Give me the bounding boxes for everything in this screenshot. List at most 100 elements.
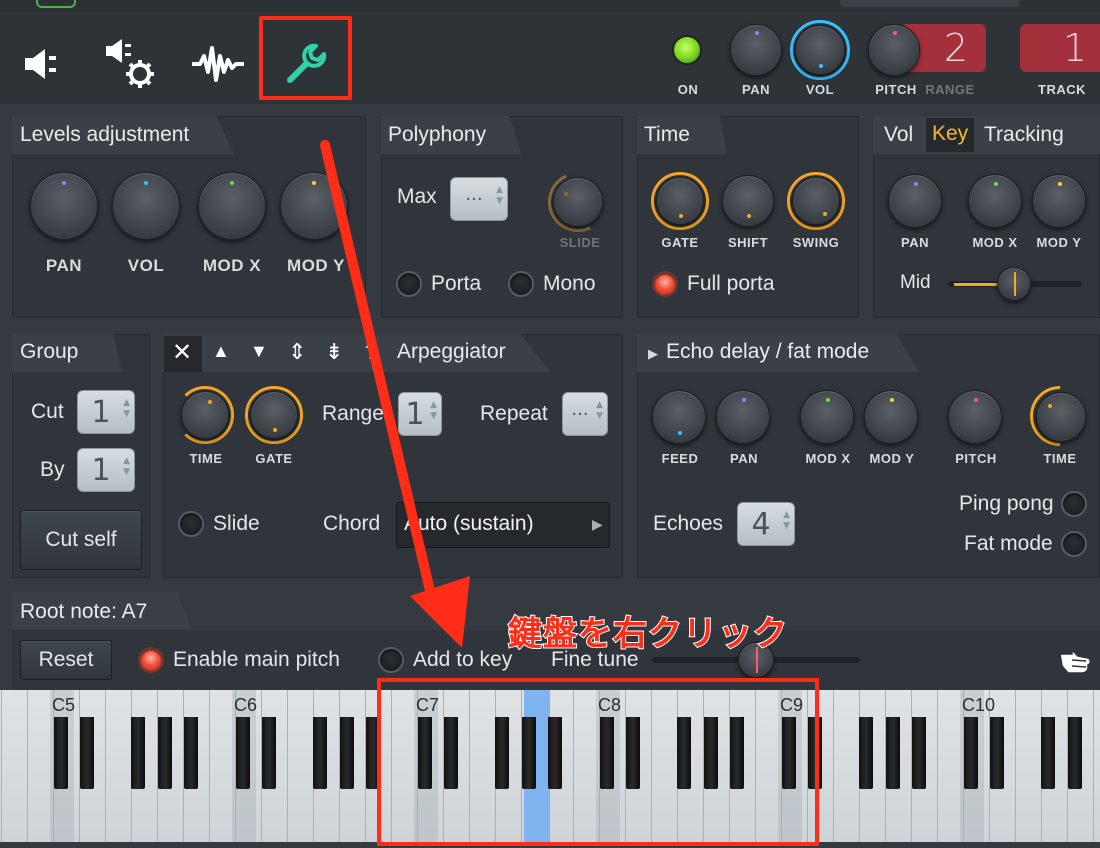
echo-modx-knob[interactable] [800,390,854,444]
arp-time-knob[interactable] [181,391,229,439]
levels-title: Levels adjustment [20,123,190,146]
time-gate-knob[interactable] [656,177,704,225]
white-key[interactable] [2,690,28,842]
repeat-spinner[interactable]: ··· ▲ ▼ [562,392,608,436]
repeat-value: ··· [571,403,589,425]
add-to-key-led[interactable] [378,647,404,673]
black-key[interactable] [339,717,354,789]
polyphony-title: Polyphony [388,123,487,146]
levels-pan-knob[interactable] [30,172,98,240]
time-title: Time [644,123,690,146]
porta-led[interactable] [396,271,422,297]
black-key[interactable] [885,717,900,789]
speaker-gear-icon[interactable] [100,34,160,94]
slide-label: SLIDE [559,235,601,250]
mid-slider-fill [954,283,1000,286]
black-key[interactable] [157,717,172,789]
black-key[interactable] [912,717,927,789]
arp-sticky-icon[interactable]: ⇟ [325,339,343,365]
arp-up-icon[interactable]: ▲ [212,341,230,362]
echo-expand-icon[interactable]: ▶ [648,346,658,362]
track-display[interactable]: 1 [1020,24,1100,72]
waveform-icon[interactable] [188,34,248,94]
white-key[interactable] [1016,690,1042,842]
time-shift-knob[interactable] [722,175,774,227]
tracking-modx-knob[interactable] [968,174,1022,228]
arp-slide-label: Slide [213,512,260,535]
black-key[interactable] [313,717,328,789]
echo-pan-knob[interactable] [716,390,770,444]
mid-label: Mid [900,272,931,293]
levels-modx-label: MOD X [202,256,262,275]
time-swing-knob[interactable] [792,177,840,225]
white-key[interactable] [288,690,314,842]
black-key[interactable] [963,717,978,789]
arp-down-icon[interactable]: ▼ [250,341,268,362]
speaker-plug-icon[interactable] [14,34,74,94]
black-key[interactable] [235,717,250,789]
arp-slide-led[interactable] [178,511,204,537]
black-key[interactable] [80,717,95,789]
black-key[interactable] [1041,717,1056,789]
black-key[interactable] [262,717,277,789]
slide-knob[interactable] [553,177,603,227]
cut-arrows-icon: ▲ ▼ [123,398,130,419]
arp-updown-icon[interactable]: ⇕ [288,339,306,365]
tracking-vol-tab[interactable]: Vol [884,123,913,147]
fat-mode-label: Fat mode [964,532,1053,555]
white-key[interactable] [106,690,132,842]
black-key[interactable] [859,717,874,789]
echo-feed-knob[interactable] [652,390,706,444]
by-spinner[interactable]: 1 ▲ ▼ [77,448,135,492]
tracking-key-tab[interactable]: Key [926,118,975,152]
levels-vol-knob[interactable] [112,172,180,240]
range-label: RANGE [925,82,975,97]
black-key[interactable] [184,717,199,789]
arp-random-icon[interactable]: ? [365,339,377,365]
enable-main-pitch-label: Enable main pitch [173,648,340,671]
arp-range-label: Range [322,402,384,425]
arp-gate-knob[interactable] [250,391,298,439]
black-key[interactable] [1067,717,1082,789]
tracking-mody-knob[interactable] [1032,174,1086,228]
enable-main-pitch-led[interactable] [138,647,164,673]
black-key[interactable] [990,717,1005,789]
pan-knob[interactable] [730,24,782,76]
white-key[interactable] [1094,690,1100,842]
tracking-pan-label: PAN [901,235,929,250]
wrench-highlight-frame [259,16,352,100]
mid-slider-handle[interactable] [997,267,1031,301]
echo-time-knob[interactable] [1036,392,1086,442]
black-key[interactable] [53,717,68,789]
on-led[interactable] [672,35,702,65]
cut-spinner[interactable]: 1 ▲ ▼ [77,390,135,434]
levels-modx-knob[interactable] [198,172,266,240]
vol-knob[interactable] [795,25,845,75]
top-tab[interactable] [36,0,76,8]
arp-range-spinner[interactable]: 1 ▲ ▼ [398,392,442,436]
black-key[interactable] [131,717,146,789]
top-strip [0,0,1100,12]
octave-label: C6 [234,695,258,715]
fat-mode-led[interactable] [1061,531,1087,557]
pitch-knob[interactable] [868,24,920,76]
full-porta-led[interactable] [652,271,678,297]
max-value: ··· [465,188,483,210]
levels-mody-knob[interactable] [280,172,348,240]
track-label: TRACK [1038,82,1086,97]
cut-self-button[interactable]: Cut self [20,510,142,570]
echo-mody-knob[interactable] [864,390,918,444]
keys-highlight-frame [377,678,819,846]
arp-off-icon[interactable]: ✕ [172,338,192,367]
echo-time-label: TIME [1043,451,1077,466]
add-to-key-label: Add to key [413,648,513,671]
tracking-pan-knob[interactable] [888,174,942,228]
max-spinner[interactable]: ··· ▲ ▼ [450,177,508,221]
ping-pong-led[interactable] [1061,491,1087,517]
mono-led[interactable] [508,271,534,297]
reset-button[interactable]: Reset [20,640,112,680]
hand-pointer-icon[interactable] [1058,646,1092,681]
white-key[interactable] [834,690,860,842]
echo-pitch-knob[interactable] [948,390,1002,444]
echoes-spinner[interactable]: 4 ▲ ▼ [737,502,795,546]
